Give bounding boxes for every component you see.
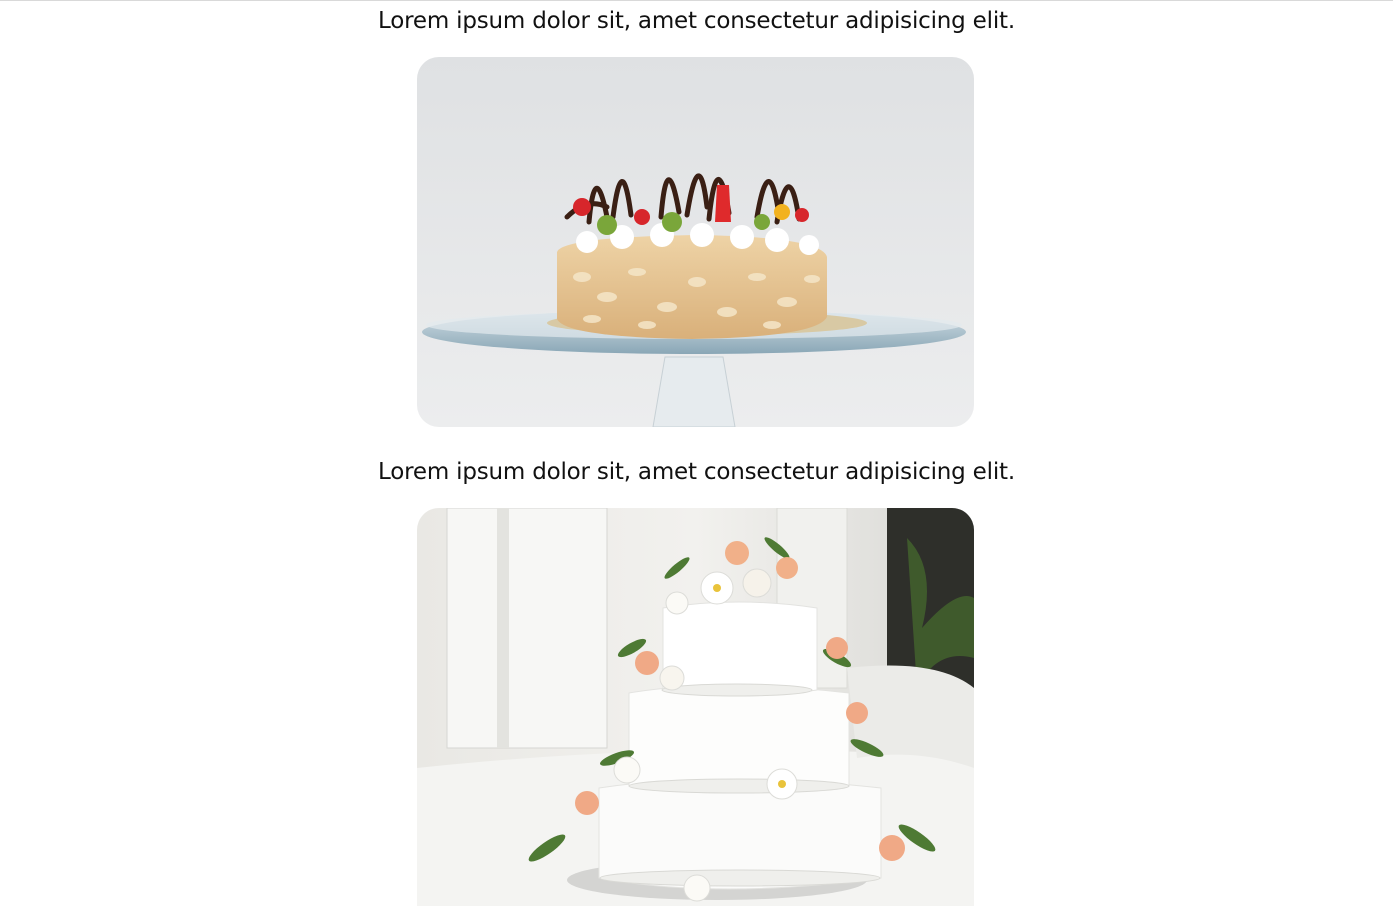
cake-photo-fruit-almond — [417, 57, 974, 427]
cake-photo-wedding-flowers — [417, 508, 974, 906]
top-divider — [0, 0, 1393, 1]
post-caption: Lorem ipsum dolor sit, amet consectetur … — [378, 8, 1015, 34]
post-caption: Lorem ipsum dolor sit, amet consectetur … — [378, 459, 1015, 485]
